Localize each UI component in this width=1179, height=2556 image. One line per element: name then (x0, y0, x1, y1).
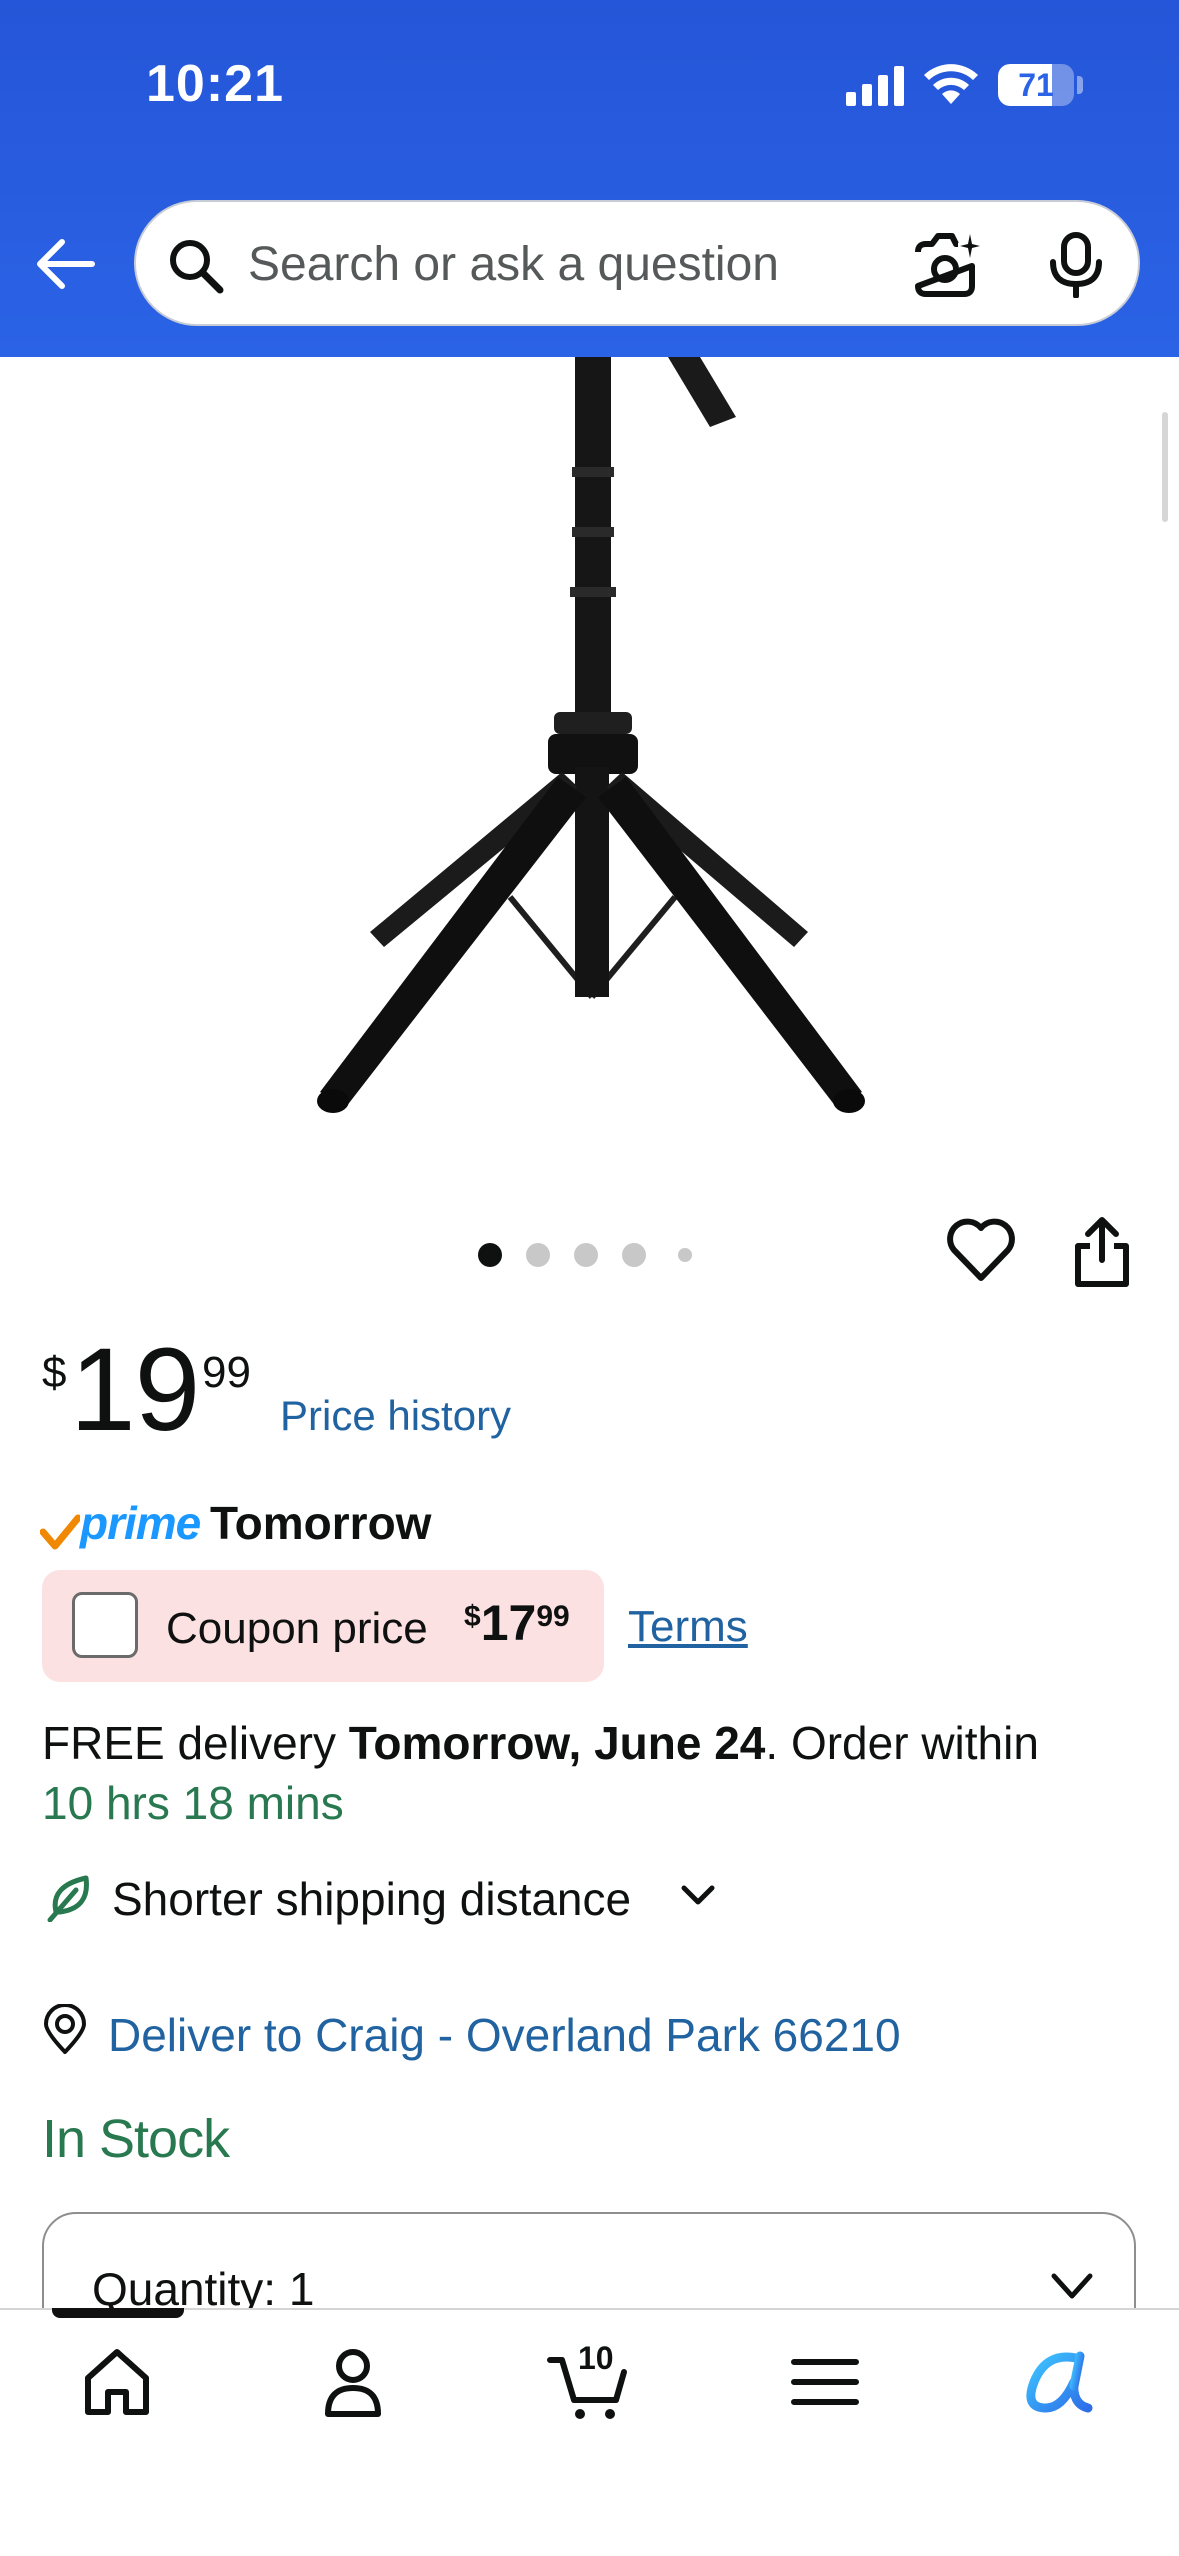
chevron-down-icon (1051, 2273, 1093, 2299)
coupon-checkbox[interactable] (72, 1592, 138, 1658)
shipping-label: Shorter shipping distance (112, 1873, 632, 1925)
coupon-price: $1799 (464, 1594, 570, 1652)
active-tab-indicator (52, 2308, 184, 2318)
wifi-icon (924, 64, 978, 104)
battery-level-text: 71 (1018, 67, 1054, 103)
delivery-message: FREE delivery Tomorrow, June 24. Order w… (42, 1716, 1039, 1770)
delivery-prefix: FREE delivery (42, 1717, 349, 1769)
battery-cap (1077, 76, 1083, 94)
scrollbar-thumb[interactable] (1162, 412, 1168, 522)
camera-lens-icon[interactable] (912, 232, 982, 298)
leaf-icon (47, 1875, 89, 1922)
deliver-to-link: Deliver to Craig - Overland Park 66210 (108, 2009, 901, 2061)
delivery-countdown: 10 hrs 18 mins (42, 1777, 344, 1829)
home-icon[interactable] (72, 2342, 162, 2422)
battery-icon: 71 (998, 64, 1074, 106)
coupon-price-whole: 17 (480, 1595, 537, 1651)
coupon-box[interactable]: Coupon price $1799 (42, 1570, 604, 1682)
search-bar[interactable] (134, 200, 1140, 326)
cart-count-badge: 10 (578, 2340, 614, 2376)
back-arrow-icon[interactable] (34, 236, 96, 292)
prime-logo: prime (80, 1497, 201, 1549)
delivery-date: Tomorrow, June 24 (348, 1717, 766, 1769)
search-input[interactable] (248, 232, 848, 296)
coupon-price-fraction: 99 (536, 1600, 570, 1633)
coupon-label: Coupon price (166, 1604, 428, 1653)
coupon-terms-link[interactable]: Terms (628, 1602, 748, 1652)
microphone-icon[interactable] (1048, 232, 1104, 298)
app-header: 10:21 71 (0, 0, 1179, 357)
carousel-dot (526, 1243, 550, 1267)
cellular-signal-icon (846, 66, 904, 106)
stock-status: In Stock (42, 2109, 230, 2169)
product-image[interactable] (300, 357, 880, 1127)
price-history-link[interactable]: Price history (280, 1392, 511, 1440)
carousel-dot (678, 1248, 692, 1262)
carousel-dot (478, 1243, 502, 1267)
prime-check-icon (40, 1514, 80, 1550)
location-pin-icon (44, 2004, 86, 2054)
price-fraction: 99 (202, 1348, 251, 1397)
carousel-dot (574, 1243, 598, 1267)
price-whole: 19 (70, 1324, 200, 1456)
coupon-price-symbol: $ (464, 1600, 481, 1633)
share-icon[interactable] (1070, 1216, 1134, 1288)
rufus-assistant-icon[interactable] (1016, 2342, 1106, 2422)
price-currency-symbol: $ (42, 1348, 67, 1397)
account-icon[interactable] (308, 2342, 398, 2422)
menu-icon[interactable] (780, 2342, 870, 2422)
delivery-suffix: . Order within (765, 1717, 1039, 1769)
chevron-down-icon (681, 1885, 715, 1905)
status-time: 10:21 (146, 55, 284, 113)
prime-delivery-day: Tomorrow (210, 1497, 432, 1549)
heart-icon[interactable] (946, 1218, 1016, 1284)
search-icon (170, 240, 224, 294)
carousel-dot (622, 1243, 646, 1267)
